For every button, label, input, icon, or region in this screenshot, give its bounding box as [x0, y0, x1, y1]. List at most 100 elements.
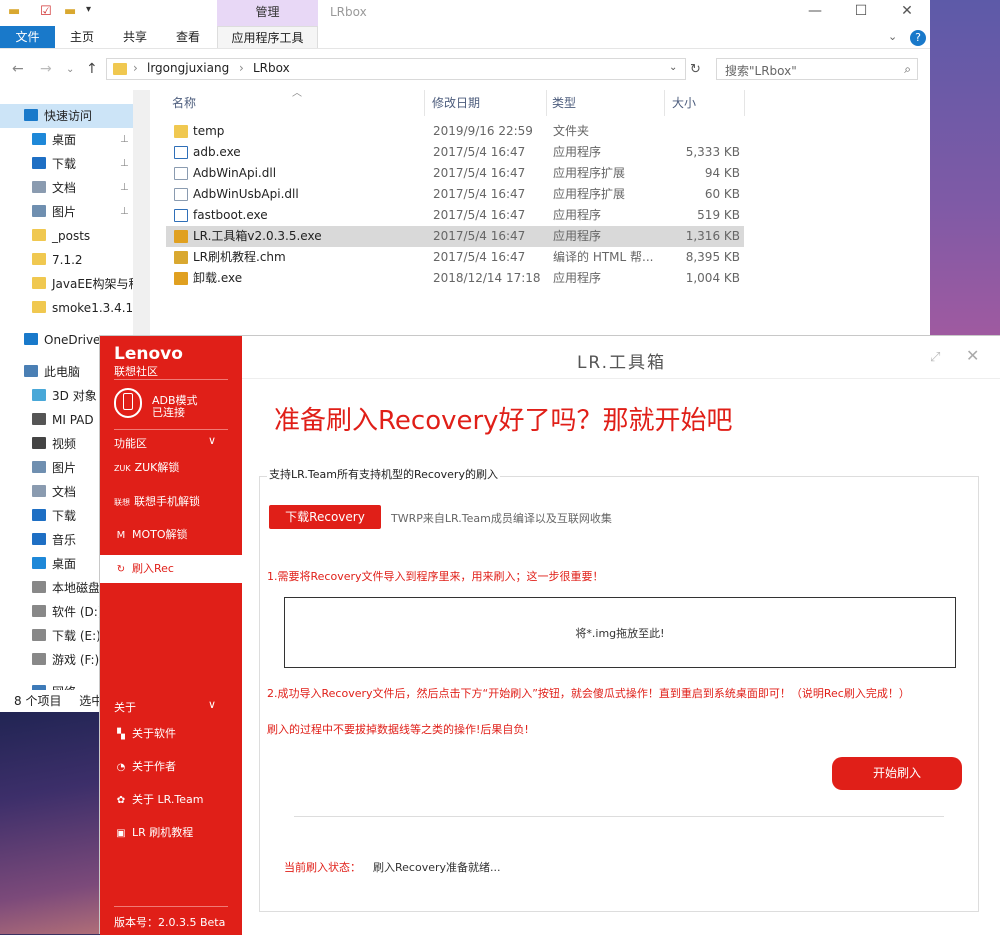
nav-item[interactable]: 7.1.2	[32, 248, 133, 272]
about-item-label: LR 刷机教程	[132, 826, 194, 839]
tab-file[interactable]: 文件	[0, 26, 55, 48]
file-row[interactable]: 卸载.exe 2018/12/14 17:18 应用程序 1,004 KB	[166, 268, 744, 289]
file-row[interactable]: LR刷机教程.chm 2017/5/4 16:47 编译的 HTML 帮... 8,3…	[166, 247, 744, 268]
close-icon[interactable]: ✕	[966, 346, 979, 365]
file-date: 2017/5/4 16:47	[433, 208, 526, 222]
folder-icon	[32, 277, 46, 289]
file-name: AdbWinUsbApi.dll	[193, 187, 299, 201]
search-placeholder: 搜索"LRbox"	[725, 64, 797, 78]
file-row[interactable]: temp 2019/9/16 22:59 文件夹	[166, 121, 744, 142]
about-item[interactable]: ✿ 关于 LR.Team	[100, 786, 242, 814]
folder-icon[interactable]: ▬	[8, 4, 22, 20]
tab-home[interactable]: 主页	[56, 26, 108, 48]
file-type: 应用程序扩展	[553, 187, 626, 201]
close-button[interactable]: ✕	[884, 0, 930, 24]
new-folder-icon[interactable]: ▬	[64, 4, 78, 20]
file-row[interactable]: fastboot.exe 2017/5/4 16:47 应用程序 519 KB	[166, 205, 744, 226]
file-size: 60 KB	[704, 187, 740, 201]
download-recovery-button[interactable]: 下载Recovery	[269, 505, 381, 529]
folder-icon	[32, 229, 46, 241]
nav-item[interactable]: 文档	[32, 176, 133, 200]
cloud-icon	[24, 333, 38, 345]
menu-item[interactable]: ↻ 刷入Rec	[100, 555, 242, 583]
tab-share[interactable]: 共享	[110, 26, 160, 48]
nav-item[interactable]: smoke1.3.4.1P	[32, 296, 133, 320]
about-item-label: 关于软件	[132, 727, 176, 740]
file-row[interactable]: LR.工具箱v2.0.3.5.exe 2017/5/4 16:47 应用程序 1,31…	[166, 226, 744, 247]
file-name: LR刷机教程.chm	[193, 250, 286, 264]
item-count: 8 个项目	[14, 694, 62, 708]
file-row[interactable]: AdbWinApi.dll 2017/5/4 16:47 应用程序扩展 94 KB	[166, 163, 744, 184]
file-date: 2017/5/4 16:47	[433, 166, 526, 180]
menu-item-label: MOTO解锁	[132, 528, 188, 541]
file-date: 2017/5/4 16:47	[433, 187, 526, 201]
sort-ascending-icon: ︿	[292, 88, 302, 99]
expand-ribbon-icon[interactable]: ⌄	[888, 30, 897, 43]
menu-item[interactable]: M MOTO解锁	[100, 521, 242, 549]
nav-item-label: 桌面	[52, 133, 77, 147]
file-size: 1,316 KB	[685, 229, 740, 243]
refresh-icon[interactable]: ↻	[690, 62, 701, 77]
nav-item-label: 图片	[52, 461, 77, 475]
step-2-text: 2.成功导入Recovery文件后，然后点击下方“开始刷入”按钮，就会傻瓜式操作…	[267, 687, 910, 700]
file-row[interactable]: AdbWinUsbApi.dll 2017/5/4 16:47 应用程序扩展 60 K…	[166, 184, 744, 205]
folder-icon	[32, 253, 46, 265]
help-icon[interactable]: ?	[910, 30, 926, 46]
breadcrumb-lrbox[interactable]: LRbox	[253, 61, 290, 75]
img-drop-zone[interactable]: 将*.img拖放至此!	[284, 597, 956, 668]
about-item[interactable]: ▚ 关于软件	[100, 720, 242, 748]
headline: 准备刷入Recovery好了吗？那就开始吧	[274, 406, 733, 436]
address-bar[interactable]: › lrgongjuxiang › LRbox ⌄	[106, 58, 686, 80]
column-name[interactable]: 名称	[172, 94, 196, 111]
maximize-button[interactable]: ☐	[838, 0, 884, 24]
nav-item[interactable]: 下载	[32, 152, 133, 176]
column-type[interactable]: 类型	[552, 94, 576, 111]
column-date[interactable]: 修改日期	[432, 94, 480, 111]
recent-locations-icon[interactable]: ⌄	[66, 64, 74, 75]
properties-icon[interactable]: ☑	[40, 4, 54, 20]
up-icon[interactable]: ↑	[86, 61, 98, 77]
group-about[interactable]: 关于 ∨	[114, 698, 216, 715]
group-function[interactable]: 功能区 ∨	[114, 434, 216, 451]
nav-item-label: smoke1.3.4.1P	[52, 301, 133, 315]
menu-item-label: 联想手机解锁	[134, 495, 200, 508]
breadcrumb-lrgongjuxiang[interactable]: lrgongjuxiang	[147, 61, 229, 75]
desktop-icon	[32, 557, 46, 569]
nav-item-label: 软件 (D:)	[52, 605, 103, 619]
tab-view[interactable]: 查看	[162, 26, 214, 48]
about-item[interactable]: ◔ 关于作者	[100, 753, 242, 781]
about-icon: ✿	[116, 795, 126, 806]
customize-toolbar-icon[interactable]: ▾	[86, 4, 100, 20]
start-flash-button[interactable]: 开始刷入	[832, 757, 962, 790]
about-item[interactable]: ▣ LR 刷机教程	[100, 819, 242, 847]
menu-item[interactable]: ZUK ZUK解锁	[100, 454, 242, 482]
search-input[interactable]: 搜索"LRbox" ⌕	[716, 58, 918, 80]
column-divider[interactable]	[546, 90, 547, 116]
column-divider[interactable]	[424, 90, 425, 116]
nav-item[interactable]: 桌面	[32, 128, 133, 152]
file-row[interactable]: adb.exe 2017/5/4 16:47 应用程序 5,333 KB	[166, 142, 744, 163]
column-size[interactable]: 大小	[672, 94, 696, 111]
maximize-icon[interactable]: ⤢	[930, 350, 940, 365]
document-icon	[32, 485, 46, 497]
search-icon: ⌕	[904, 62, 911, 76]
nav-item[interactable]: JavaEE构架与程	[32, 272, 133, 296]
minimize-button[interactable]: —	[792, 0, 838, 24]
forward-icon[interactable]: →	[40, 61, 52, 77]
column-divider[interactable]	[744, 90, 745, 116]
music-icon	[32, 533, 46, 545]
nav-item[interactable]: 图片	[32, 200, 133, 224]
lenovo-logo: Lenovo	[114, 344, 183, 364]
download-icon	[32, 509, 46, 521]
tab-application-tools[interactable]: 应用程序工具	[217, 26, 318, 48]
back-icon[interactable]: ←	[12, 61, 24, 77]
status-bar: 8 个项目 选中	[0, 690, 103, 712]
drive-icon	[32, 629, 46, 641]
download-description: TWRP来自LR.Team成员编译以及互联网收集	[391, 512, 612, 525]
nav-item[interactable]: _posts	[32, 224, 133, 248]
column-divider[interactable]	[664, 90, 665, 116]
nav-item[interactable]: 快速访问	[24, 104, 133, 128]
chevron-down-icon[interactable]: ⌄	[669, 62, 677, 73]
divider	[114, 906, 228, 907]
menu-item[interactable]: 联想 联想手机解锁	[100, 488, 242, 516]
